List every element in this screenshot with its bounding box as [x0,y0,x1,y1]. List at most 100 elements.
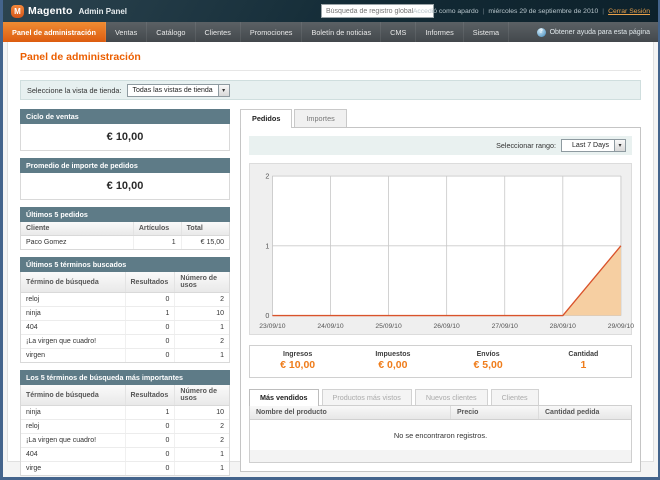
nav-item-sistema[interactable]: Sistema [464,22,509,42]
tab-productos-mas-vistos[interactable]: Productos más vistos [322,389,412,405]
separator: | [602,8,604,15]
search-term-row[interactable]: reloj 0 2 [21,293,229,307]
empty-grid-stripe [250,450,631,462]
tab-mas-vendidos[interactable]: Más vendidos [249,389,319,406]
last-orders-table: Cliente Artículos Total Paco Gomez 1 € 1… [21,222,229,249]
term: reloj [21,293,125,307]
search-term-row[interactable]: virgen 0 1 [21,349,229,363]
column-header: Número de usos [175,385,229,406]
uses: 2 [175,434,229,448]
range-selected: Last 7 Days [562,142,614,149]
nav-item-panel-de-administracion[interactable]: Panel de administración [3,22,106,42]
total-value: € 0,00 [345,359,440,371]
range-select[interactable]: Last 7 Days ▾ [561,139,626,152]
search-term-row[interactable]: ninja 1 10 [21,406,229,420]
top-search-terms-title: Los 5 términos de búsqueda más important… [20,370,230,385]
uses: 2 [175,420,229,434]
range-bar: Seleccionar rango: Last 7 Days ▾ [249,136,632,155]
total-value: € 10,00 [250,359,345,371]
search-term-row[interactable]: 404 0 1 [21,448,229,462]
nav-item-ventas[interactable]: Ventas [106,22,147,42]
uses: 10 [175,307,229,321]
results: 0 [125,321,175,335]
tab-clientes[interactable]: Clientes [491,389,539,405]
grid-header: Nombre del producto Precio Cantidad pedi… [250,406,631,420]
stats-sidebar: Ciclo de ventas € 10,00 Promedio de impo… [20,109,230,480]
column-header: Cantidad pedida [539,406,631,419]
svg-text:27/09/10: 27/09/10 [492,323,519,330]
svg-text:29/09/10: 29/09/10 [608,323,635,330]
search-term-row[interactable]: ninja 1 10 [21,307,229,321]
search-term-row[interactable]: 404 0 1 [21,321,229,335]
help-icon: ? [537,28,546,37]
logged-as-text: Accedió como apardo [413,8,479,15]
nav-item-boletin-de-noticias[interactable]: Boletín de noticias [302,22,381,42]
uses: 10 [175,406,229,420]
session-info: Accedió como apardo | miércoles 29 de se… [413,0,650,22]
svg-text:2: 2 [265,173,269,181]
orders-chart: 01223/09/1024/09/1025/09/1026/09/1027/09… [256,170,625,332]
last-search-terms-box: Últimos 5 términos buscados Término de b… [20,257,230,363]
column-header: Número de usos [175,272,229,293]
svg-text:24/09/10: 24/09/10 [317,323,344,330]
svg-text:1: 1 [265,242,269,250]
term: virgen [21,349,125,363]
search-term-row[interactable]: ¡La virgen que cuadro! 0 2 [21,335,229,349]
search-term-row[interactable]: ¡La virgen que cuadro! 0 2 [21,434,229,448]
nav-item-clientes[interactable]: Clientes [196,22,241,42]
last-orders-box: Últimos 5 pedidos Cliente Artículos Tota… [20,207,230,250]
last-search-terms-table: Término de búsqueda Resultados Número de… [21,272,229,362]
current-date-text: miércoles 29 de septiembre de 2010 [488,8,598,15]
total-ingresos: Ingresos € 10,00 [250,351,345,371]
magento-logo: M Magento Admin Panel [11,5,127,18]
store-view-select[interactable]: Todas las vistas de tienda ▾ [127,84,230,97]
results: 0 [125,434,175,448]
column-header: Artículos [133,222,181,236]
total-value: € 5,00 [441,359,536,371]
store-view-selected: Todas las vistas de tienda [128,87,218,94]
total-label: Ingresos [250,351,345,358]
total-label: Impuestos [345,351,440,358]
nav-item-cms[interactable]: CMS [381,22,416,42]
search-term-row[interactable]: reloj 0 2 [21,420,229,434]
column-header: Término de búsqueda [21,385,125,406]
empty-records-message: No se encontraron registros. [250,420,631,450]
term: virge [21,462,125,476]
tab-nuevos-clientes[interactable]: Nuevos clientes [415,389,488,405]
nav-item-catalogo[interactable]: Catálogo [147,22,195,42]
total-envios: Envíos € 5,00 [441,351,536,371]
term: 404 [21,448,125,462]
nav-item-informes[interactable]: Informes [416,22,463,42]
search-term-row[interactable]: virge 0 1 [21,462,229,476]
column-header: Cliente [21,222,133,236]
tab-importes[interactable]: Importes [294,109,346,127]
last-search-terms-title: Últimos 5 términos buscados [20,257,230,272]
magento-logo-icon: M [11,5,24,18]
average-order-title: Promedio de importe de pedidos [20,158,230,173]
nav-item-promociones[interactable]: Promociones [241,22,303,42]
main-nav: Panel de administración Ventas Catálogo … [3,22,658,42]
svg-text:23/09/10: 23/09/10 [259,323,286,330]
uses: 1 [175,321,229,335]
order-total: € 15,00 [181,236,229,250]
orders-panel: Seleccionar rango: Last 7 Days ▾ 01223/0… [240,127,641,472]
total-label: Cantidad [536,351,631,358]
page-help-link[interactable]: ? Obtener ayuda para esta página [537,22,650,42]
total-cantidad: Cantidad 1 [536,351,631,371]
dropdown-arrow-icon: ▾ [218,85,229,96]
uses: 1 [175,349,229,363]
results: 0 [125,462,175,476]
uses: 1 [175,448,229,462]
term: 404 [21,321,125,335]
term: ¡La virgen que cuadro! [21,335,125,349]
svg-text:25/09/10: 25/09/10 [375,323,402,330]
term: ¡La virgen que cuadro! [21,434,125,448]
logout-link[interactable]: Cerrar Sesión [608,8,650,15]
order-row[interactable]: Paco Gomez 1 € 15,00 [21,236,229,250]
store-view-label: Seleccione la vista de tienda: [27,86,122,95]
magento-admin-window: M Magento Admin Panel Accedió como apard… [0,0,660,480]
tab-pedidos[interactable]: Pedidos [240,109,292,128]
average-order-value: € 10,00 [21,173,229,199]
dashboard-tabs: Pedidos Importes [240,109,641,127]
results: 0 [125,293,175,307]
